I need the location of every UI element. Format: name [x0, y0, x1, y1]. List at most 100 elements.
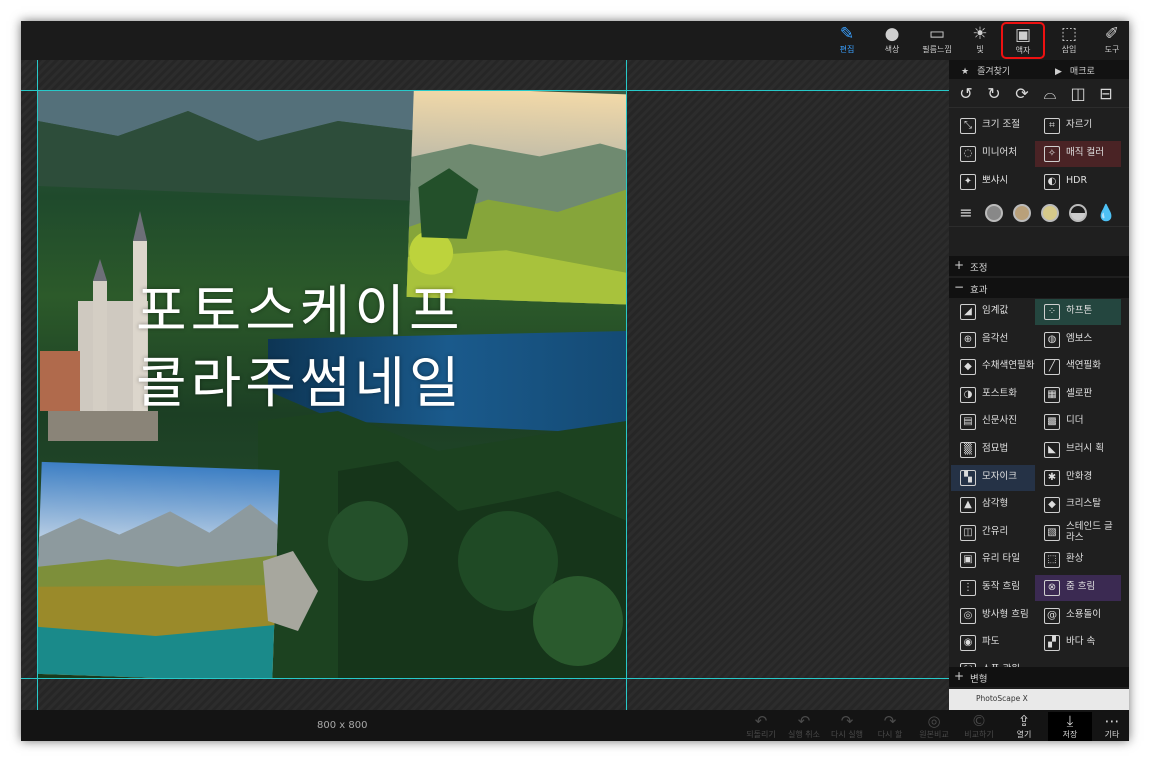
item-label: HDR	[1066, 175, 1088, 186]
effect-item[interactable]: ⋮ 동작 흐림	[951, 575, 1035, 601]
effect-item[interactable]: ▦ 셀로판	[1035, 382, 1121, 408]
item-label: 뽀샤시	[982, 175, 1009, 186]
filter-row: ≡ 💧	[949, 198, 1129, 227]
effect-item[interactable]: @ 소용돌이	[1035, 603, 1121, 629]
drop-icon[interactable]: 💧	[1095, 202, 1117, 224]
more-button[interactable]: ⋯ 기타	[1092, 712, 1129, 741]
effect-icon: ◍	[1044, 331, 1060, 348]
tool-film[interactable]: ▭ 필름느낌	[915, 23, 959, 59]
effect-item[interactable]: ◆ 수채색연필화	[951, 354, 1035, 380]
effect-icon: ⋮	[960, 580, 976, 596]
rotate-free-icon[interactable]: ⟳	[1011, 83, 1033, 105]
tool-insert[interactable]: ⬚ 삽입	[1047, 23, 1091, 59]
effect-item[interactable]: ◫ 간유리	[951, 520, 1035, 546]
section-effects[interactable]: − 효과	[949, 278, 1129, 298]
effect-label: 디더	[1066, 415, 1084, 427]
tone-dark-icon[interactable]	[1069, 204, 1087, 222]
guide-line-left[interactable]	[37, 60, 38, 710]
save-button[interactable]: ⤓ 저장	[1048, 712, 1092, 741]
section-transform[interactable]: + 변형	[949, 667, 1129, 687]
star-icon: ★	[961, 67, 970, 77]
miniature-item[interactable]: ◌ 미니어처	[951, 141, 1035, 167]
effect-item[interactable]: ◎ 방사형 흐림	[951, 603, 1035, 629]
effect-icon: ▣	[960, 552, 976, 569]
hdr-item[interactable]: ◐ HDR	[1035, 169, 1119, 195]
effect-item[interactable]: ◉ 파도	[951, 630, 1035, 656]
canvas-area[interactable]: 포토스케이프 콜라주썸네일	[21, 60, 949, 710]
effect-item[interactable]: ╱ 색연필화	[1035, 354, 1121, 380]
effect-item[interactable]: ▲ 삼각형	[951, 492, 1035, 518]
rotate-row: ↺ ↻ ⟳ ⌓ ◫ ⊟	[949, 79, 1129, 108]
button-label: 다시 할	[877, 730, 903, 739]
effect-item[interactable]: ▧ 스테인드 글라스	[1035, 520, 1121, 546]
resize-icon: ⤡	[960, 118, 976, 134]
effect-item[interactable]: ▚ 모자이크	[951, 464, 1035, 491]
straighten-icon[interactable]: ⌓	[1039, 83, 1061, 105]
hdr-icon: ◐	[1044, 174, 1060, 190]
undo-button[interactable]: ↶ 실행 취소	[784, 712, 824, 741]
levels-icon[interactable]: ≡	[955, 202, 977, 224]
effect-label: 방사형 흐림	[982, 608, 1029, 620]
tool-label: 색상	[884, 45, 900, 54]
tone-sepia-icon[interactable]	[1013, 204, 1031, 222]
effect-item[interactable]: ◑ 포스트화	[951, 382, 1035, 408]
effect-icon: ◢	[960, 304, 976, 320]
section-adjust[interactable]: + 조정	[949, 256, 1129, 276]
effect-label: 수채색연필화	[982, 360, 1035, 372]
tool-edit[interactable]: ✎ 편집	[825, 23, 869, 59]
effect-item[interactable]: ▣ 유리 타일	[951, 547, 1035, 573]
flip-vertical-icon[interactable]: ⊟	[1095, 83, 1117, 105]
guide-line-top[interactable]	[21, 90, 949, 91]
tab-favorites[interactable]: ★ 즐겨찾기	[961, 64, 1010, 77]
effect-label: 신문사진	[982, 415, 1017, 427]
rotate-left-icon[interactable]: ↺	[955, 83, 977, 105]
magic-color-item[interactable]: ✧ 매직 컬러	[1035, 141, 1121, 167]
effect-icon: ⊗	[1044, 580, 1060, 596]
effect-label: 엠보스	[1066, 332, 1093, 344]
preview-thumbnail[interactable]: PhotoScape X	[949, 689, 1129, 710]
redo-all-button[interactable]: ↷ 다시 할	[870, 712, 910, 741]
tool-color[interactable]: ● 색상	[870, 23, 914, 59]
compare-original-button[interactable]: ◎ 원본비교	[914, 712, 954, 741]
effect-item[interactable]: ▞ 바다 속	[1035, 630, 1121, 656]
effect-item[interactable]: ⊗ 줌 흐림	[1035, 575, 1121, 601]
compare-button[interactable]: © 비교하기	[959, 712, 999, 741]
effect-icon: ✱	[1044, 469, 1060, 486]
effect-item[interactable]: ▒ 점묘법	[951, 437, 1035, 463]
effect-item[interactable]: ◍ 엠보스	[1035, 327, 1121, 353]
flip-horizontal-icon[interactable]: ◫	[1067, 83, 1089, 105]
effect-item[interactable]: ⊕ 음각선	[951, 327, 1035, 353]
guide-line-right[interactable]	[626, 60, 627, 710]
guide-line-bottom[interactable]	[21, 678, 949, 679]
effect-item[interactable]: ▩ 디더	[1035, 409, 1121, 435]
redo-button[interactable]: ↷ 다시 실행	[827, 712, 867, 741]
tone-gray-icon[interactable]	[985, 204, 1003, 222]
top-toolbar: ✎ 편집 ● 색상 ▭ 필름느낌 ☀ 빛 ▣ 액자 ⬚ 삽입 ✐ 도구	[21, 21, 1129, 60]
open-icon: ⇪	[1017, 712, 1031, 730]
panel-tabs: ★ 즐겨찾기 ▶ 매크로	[949, 60, 1129, 79]
tone-warm-icon[interactable]	[1041, 204, 1059, 222]
rotate-right-icon[interactable]: ↻	[983, 83, 1005, 105]
tool-frame[interactable]: ▣ 액자	[1001, 22, 1045, 59]
button-label: 기타	[1104, 730, 1120, 739]
revert-button[interactable]: ↶ 되돌리기	[741, 712, 781, 741]
effect-label: 삼각형	[982, 498, 1009, 510]
tool-tools[interactable]: ✐ 도구	[1090, 23, 1129, 59]
effect-item[interactable]: ◣ 브러시 획	[1035, 437, 1121, 463]
bloom-item[interactable]: ✦ 뽀샤시	[951, 169, 1035, 195]
effect-item[interactable]: ◆ 크리스탈	[1035, 492, 1121, 518]
effect-icon: ▧	[1044, 524, 1060, 541]
resize-item[interactable]: ⤡ 크기 조절	[951, 113, 1035, 139]
revert-icon: ↶	[754, 712, 768, 730]
effect-item[interactable]: ⁘ 하프톤	[1035, 299, 1121, 325]
effect-label: 환상	[1066, 553, 1084, 565]
effect-item[interactable]: ⬚ 환상	[1035, 547, 1121, 573]
tab-macro[interactable]: ▶ 매크로	[1055, 64, 1095, 77]
item-label: 미니어처	[982, 147, 1017, 158]
effect-item[interactable]: ◢ 임계값	[951, 299, 1035, 325]
open-button[interactable]: ⇪ 열기	[1004, 712, 1044, 741]
tool-light[interactable]: ☀ 빛	[958, 23, 1002, 59]
effect-item[interactable]: ✱ 만화경	[1035, 465, 1121, 491]
crop-item[interactable]: ⌗ 자르기	[1035, 113, 1119, 139]
effect-item[interactable]: ▤ 신문사진	[951, 409, 1035, 435]
